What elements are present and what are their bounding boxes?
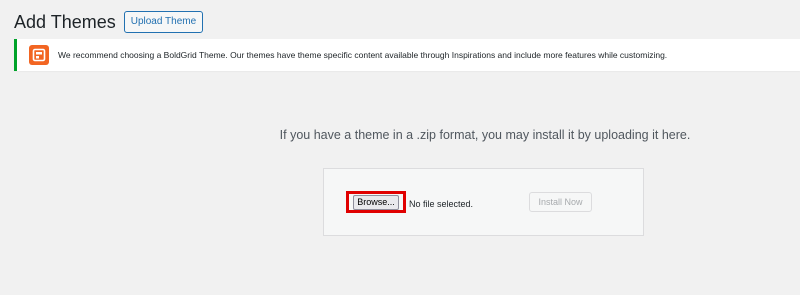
upload-form: Browse... No file selected. Install Now: [323, 168, 644, 236]
browse-button[interactable]: Browse...: [353, 194, 399, 210]
notice-text: We recommend choosing a BoldGrid Theme. …: [58, 50, 668, 60]
file-status: No file selected.: [409, 199, 474, 209]
upload-instruction: If you have a theme in a .zip format, yo…: [279, 128, 691, 142]
upload-theme-button[interactable]: Upload Theme: [123, 11, 204, 33]
boldgrid-logo-icon: [29, 45, 49, 65]
boldgrid-notice: We recommend choosing a BoldGrid Theme. …: [14, 39, 800, 71]
install-now-button[interactable]: Install Now: [529, 192, 592, 212]
browse-highlight: Browse...: [346, 191, 406, 213]
page-title: Add Themes: [14, 12, 116, 32]
add-themes-page: Add Themes Upload Theme We recommend cho…: [0, 0, 800, 295]
page-header: Add Themes Upload Theme: [14, 11, 204, 33]
